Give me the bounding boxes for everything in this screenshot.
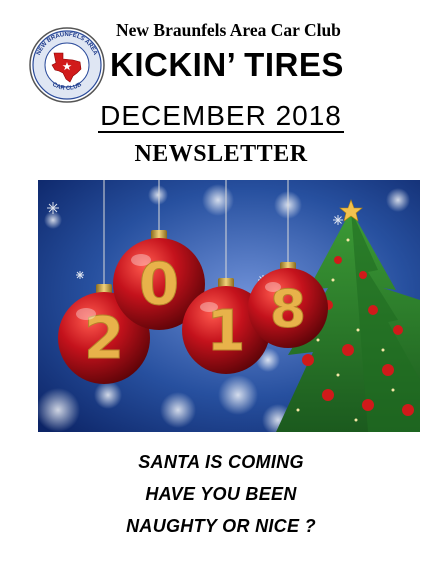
issue-month-text: DECEMBER 2018 — [98, 100, 344, 133]
club-logo: NEW BRAUNFELS AREA CAR CLUB — [29, 27, 105, 103]
tagline-line-1: SANTA IS COMING — [138, 452, 304, 472]
christmas-photo: 2 0 1 8 — [38, 180, 420, 432]
newsletter-title: KICKIN’ TIRES — [110, 46, 344, 83]
club-name: New Braunfels Area Car Club — [116, 20, 341, 40]
tagline-line-2: HAVE YOU BEEN — [145, 484, 297, 504]
tagline-line-3: NAUGHTY OR NICE ? — [126, 516, 316, 536]
issue-label: NEWSLETTER — [134, 141, 308, 167]
issue-month: DECEMBER 2018 — [0, 100, 442, 133]
